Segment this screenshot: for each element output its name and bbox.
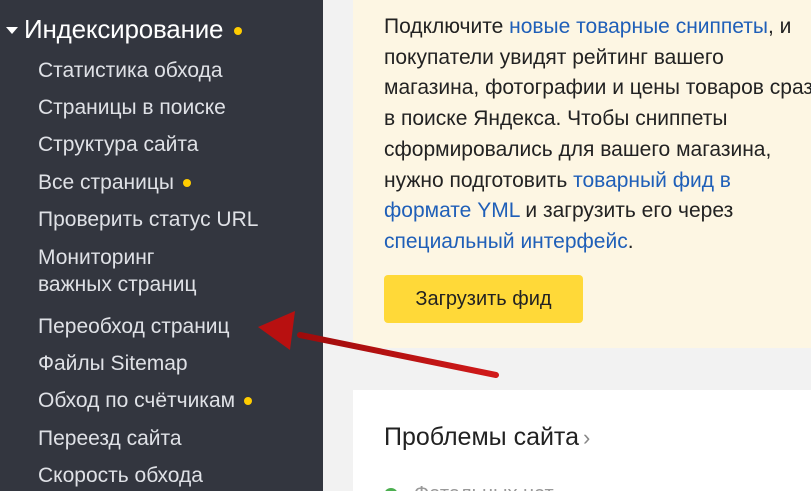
- sidebar-item-crawl-rate[interactable]: Скорость обхода: [38, 462, 203, 489]
- caret-down-icon: [6, 27, 18, 34]
- sidebar-item-recrawl[interactable]: Переобход страниц: [38, 313, 230, 340]
- site-issues-card: Проблемы сайта› Фатальных нет: [353, 390, 811, 491]
- sidebar-item-monitoring[interactable]: Мониторинг важных страниц: [38, 244, 197, 298]
- new-snippets-link[interactable]: новые товарные сниппеты: [509, 15, 768, 38]
- product-snippets-promo: Подключите новые товарные сниппеты, и по…: [353, 0, 811, 348]
- sidebar-item-crawl-stats[interactable]: Статистика обхода: [38, 57, 223, 84]
- sidebar-section-indexing[interactable]: Индексирование: [6, 14, 243, 45]
- fatal-issues-row: Фатальных нет: [384, 483, 554, 491]
- sidebar-section-title: Индексирование: [24, 14, 224, 44]
- notification-dot-icon: [244, 397, 253, 406]
- site-issues-title[interactable]: Проблемы сайта ›: [384, 423, 590, 452]
- sidebar-item-site-move[interactable]: Переезд сайта: [38, 425, 182, 452]
- sidebar-item-pages-in-search[interactable]: Страницы в поиске: [38, 94, 226, 121]
- chevron-right-icon: ›: [583, 425, 591, 450]
- promo-text: Подключите новые товарные сниппеты, и по…: [384, 15, 811, 253]
- notification-dot-icon: [234, 27, 243, 35]
- sidebar: Индексирование Статистика обхода Страниц…: [0, 0, 323, 491]
- fatal-issues-label: Фатальных нет: [414, 483, 554, 491]
- sidebar-item-sitemap[interactable]: Файлы Sitemap: [38, 350, 188, 377]
- sidebar-item-check-url[interactable]: Проверить статус URL: [38, 206, 258, 233]
- sidebar-item-site-structure[interactable]: Структура сайта: [38, 131, 198, 158]
- notification-dot-icon: [182, 179, 191, 188]
- status-ok-icon: [384, 487, 398, 491]
- upload-feed-button[interactable]: Загрузить фид: [384, 275, 583, 323]
- sidebar-item-counter-crawl[interactable]: Обход по счётчикам: [38, 387, 253, 414]
- sidebar-item-all-pages[interactable]: Все страницы: [38, 169, 191, 196]
- special-interface-link[interactable]: специальный интерфейс: [384, 230, 628, 253]
